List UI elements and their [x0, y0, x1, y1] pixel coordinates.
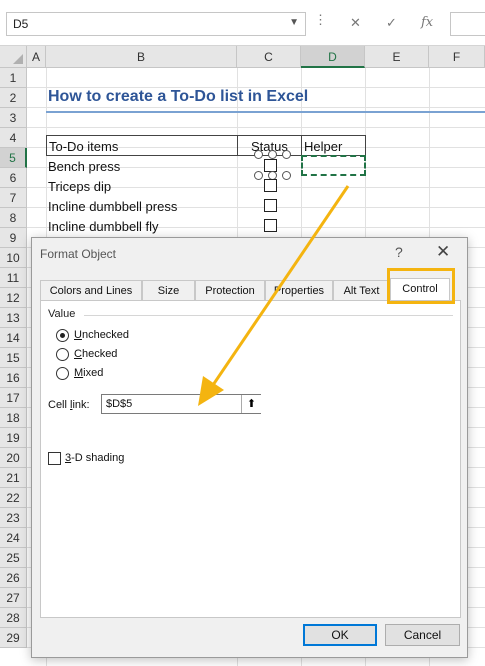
tab-size[interactable]: Size	[142, 280, 195, 300]
dropdown-arrow-icon[interactable]: ▼	[289, 17, 299, 28]
status-checkbox[interactable]	[264, 179, 277, 192]
grid-row-line	[27, 107, 485, 108]
radio-mixed-label[interactable]: Mixed	[74, 367, 103, 379]
row-header-1[interactable]: 1	[0, 68, 27, 88]
row-header-11[interactable]: 11	[0, 268, 27, 288]
row-header-13[interactable]: 13	[0, 308, 27, 328]
column-header-e[interactable]: E	[365, 46, 429, 68]
cell-link-label: Cell link:	[48, 399, 90, 411]
row-header-10[interactable]: 10	[0, 248, 27, 268]
column-header-d[interactable]: D	[301, 46, 365, 68]
row-header-29[interactable]: 29	[0, 628, 27, 648]
tab-colors-and-lines[interactable]: Colors and Lines	[40, 280, 142, 300]
row-header-16[interactable]: 16	[0, 368, 27, 388]
tab-alt-text[interactable]: Alt Text	[333, 280, 390, 300]
todo-item[interactable]: Incline dumbbell fly	[48, 219, 159, 234]
column-header-a[interactable]: A	[27, 46, 46, 68]
collapse-dialog-icon[interactable]: ⬆	[241, 395, 261, 413]
control-tab-highlight	[387, 268, 455, 304]
row-header-15[interactable]: 15	[0, 348, 27, 368]
help-icon[interactable]: ?	[395, 244, 403, 260]
row-header-3[interactable]: 3	[0, 108, 27, 128]
more-icon: ⋮	[314, 12, 327, 27]
row-header-20[interactable]: 20	[0, 448, 27, 468]
check-icon[interactable]: ✓	[386, 15, 397, 39]
status-checkbox[interactable]	[264, 199, 277, 212]
row-header-2[interactable]: 2	[0, 88, 27, 108]
column-header-f[interactable]: F	[429, 46, 485, 68]
row-header-28[interactable]: 28	[0, 608, 27, 628]
row-header-12[interactable]: 12	[0, 288, 27, 308]
title-underline	[46, 111, 485, 113]
formula-bar: D5 ▼ ⋮ ✕ ✓ fx	[0, 0, 485, 46]
resize-handle[interactable]	[282, 150, 291, 159]
header-helper: Helper	[304, 139, 343, 154]
row-header-17[interactable]: 17	[0, 388, 27, 408]
radio-checked[interactable]	[56, 348, 69, 361]
row-header-21[interactable]: 21	[0, 468, 27, 488]
resize-handle[interactable]	[268, 150, 277, 159]
grid-row-line	[27, 127, 485, 128]
tab-properties[interactable]: Properties	[265, 280, 333, 300]
row-header-5[interactable]: 5	[0, 148, 27, 168]
3d-shading-label[interactable]: 3-D shading	[65, 452, 124, 464]
row-header-9[interactable]: 9	[0, 228, 27, 248]
row-header-25[interactable]: 25	[0, 548, 27, 568]
column-header-b[interactable]: B	[46, 46, 237, 68]
todo-item[interactable]: Triceps dip	[48, 179, 111, 194]
row-header-19[interactable]: 19	[0, 428, 27, 448]
close-icon[interactable]: ✕	[350, 15, 361, 39]
radio-unchecked[interactable]	[56, 329, 69, 342]
3d-shading-checkbox[interactable]	[48, 452, 61, 465]
formula-input[interactable]	[450, 12, 485, 36]
selected-cell-d5[interactable]	[301, 155, 366, 176]
row-header-4[interactable]: 4	[0, 128, 27, 148]
row-header-8[interactable]: 8	[0, 208, 27, 228]
ok-button[interactable]: OK	[303, 624, 377, 646]
value-group-label: Value	[48, 308, 76, 320]
cell-link-input[interactable]: $D$5	[101, 394, 261, 414]
status-checkbox-selected[interactable]	[264, 159, 277, 172]
row-header-7[interactable]: 7	[0, 188, 27, 208]
radio-mixed[interactable]	[56, 367, 69, 380]
resize-handle[interactable]	[282, 171, 291, 180]
todo-item[interactable]: Incline dumbbell press	[48, 199, 177, 214]
radio-checked-label[interactable]: Checked	[74, 348, 117, 360]
resize-handle[interactable]	[254, 171, 263, 180]
name-box[interactable]: D5 ▼	[6, 12, 306, 36]
sheet-title: How to create a To-Do list in Excel	[48, 88, 309, 105]
row-header-22[interactable]: 22	[0, 488, 27, 508]
row-header-18[interactable]: 18	[0, 408, 27, 428]
row-header-23[interactable]: 23	[0, 508, 27, 528]
cancel-button[interactable]: Cancel	[385, 624, 460, 646]
column-header-c[interactable]: C	[237, 46, 301, 68]
row-header-6[interactable]: 6	[0, 168, 27, 188]
row-header-26[interactable]: 26	[0, 568, 27, 588]
radio-unchecked-label[interactable]: Unchecked	[74, 329, 129, 341]
function-icon[interactable]: fx	[421, 15, 433, 39]
select-all-corner[interactable]	[0, 46, 27, 68]
tab-protection[interactable]: Protection	[195, 280, 265, 300]
close-icon[interactable]: ✕	[436, 242, 450, 262]
todo-item[interactable]: Bench press	[48, 159, 120, 174]
name-box-value: D5	[13, 17, 29, 31]
resize-handle[interactable]	[254, 150, 263, 159]
dialog-title: Format Object	[40, 247, 117, 261]
row-header-27[interactable]: 27	[0, 588, 27, 608]
row-header-24[interactable]: 24	[0, 528, 27, 548]
value-group-divider	[84, 315, 453, 316]
row-header-14[interactable]: 14	[0, 328, 27, 348]
status-checkbox[interactable]	[264, 219, 277, 232]
header-todo-items: To-Do items	[49, 139, 119, 154]
